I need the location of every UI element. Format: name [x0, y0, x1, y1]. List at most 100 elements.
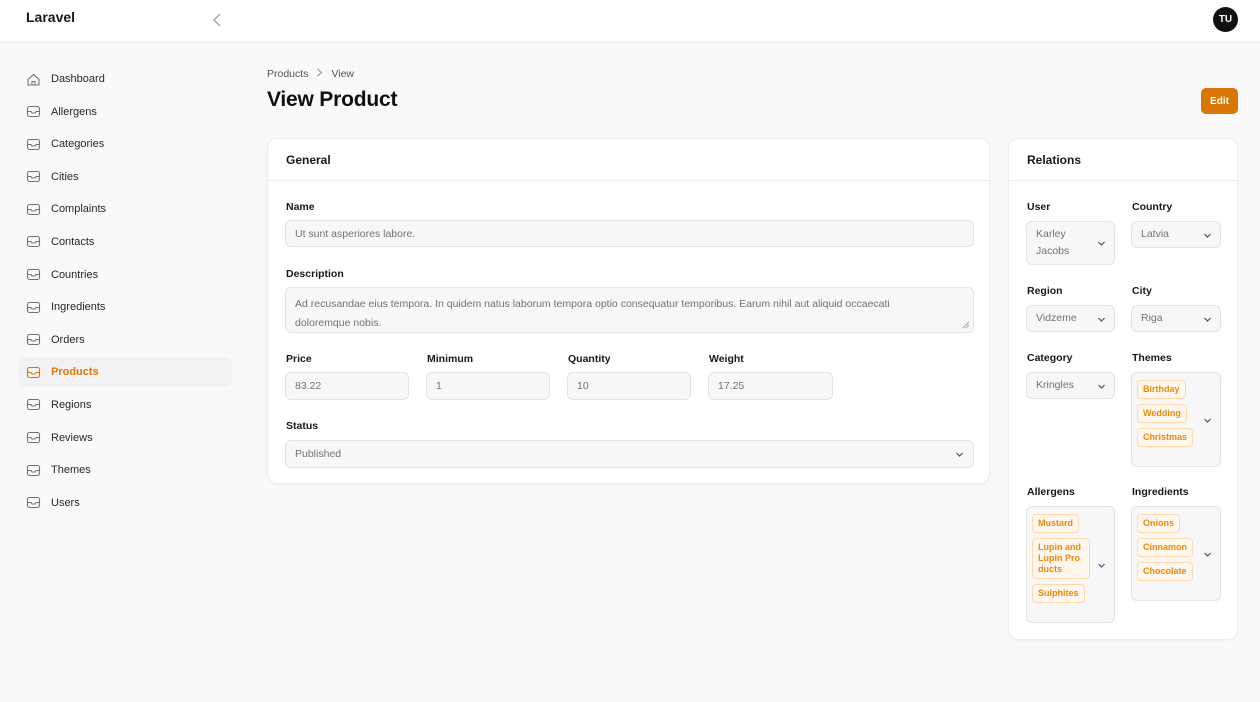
sidebar-item-dashboard[interactable]: Dashboard	[18, 64, 232, 94]
inbox-icon	[26, 497, 41, 509]
region-value: Vidzeme	[1036, 312, 1077, 324]
weight-label: Weight	[709, 353, 744, 365]
sidebar-item-label: Themes	[51, 464, 91, 477]
allergen-tag: Lupin and Lupin Products	[1032, 538, 1090, 579]
relations-heading: Relations	[1009, 139, 1237, 181]
sidebar-item-label: Allergens	[51, 105, 97, 118]
region-select[interactable]: Vidzeme	[1026, 305, 1115, 332]
inbox-icon	[26, 203, 41, 215]
inbox-icon	[26, 366, 41, 378]
ingredient-tag: Chocolate	[1137, 562, 1193, 581]
price-field[interactable]: 83.22	[285, 372, 409, 400]
sidebar-item-label: Cities	[51, 170, 79, 183]
sidebar-item-label: Regions	[51, 398, 92, 411]
minimum-field[interactable]: 1	[426, 372, 550, 400]
name-field[interactable]: Ut sunt asperiores labore.	[285, 220, 974, 247]
sidebar-item-contacts[interactable]: Contacts	[18, 227, 232, 257]
breadcrumb-products-link[interactable]: Products	[267, 68, 308, 80]
chevron-down-icon	[1204, 233, 1211, 238]
allergen-tag: Mustard	[1032, 514, 1080, 533]
sidebar-item-label: Contacts	[51, 235, 95, 248]
allergens-label: Allergens	[1027, 486, 1075, 498]
description-textarea[interactable]: Ad recusandae eius tempora. In quidem na…	[285, 287, 974, 333]
inbox-icon	[26, 106, 41, 118]
collapse-sidebar-button[interactable]	[206, 9, 228, 31]
sidebar-item-label: Reviews	[51, 431, 93, 444]
inbox-icon	[26, 431, 41, 444]
sidebar-item-label: Complaints	[51, 203, 107, 216]
chevron-left-icon	[213, 13, 221, 27]
sidebar-item-cities[interactable]: Cities	[18, 162, 232, 192]
chevron-down-icon	[956, 452, 963, 457]
general-section: General Name Ut sunt asperiores labore. …	[267, 138, 990, 484]
sidebar-item-categories[interactable]: Categories	[18, 129, 232, 159]
edit-button[interactable]: Edit	[1201, 88, 1238, 114]
description-value: Ad recusandae eius tempora. In quidem na…	[295, 298, 890, 329]
category-value: Kringles	[1036, 379, 1074, 391]
themes-multiselect[interactable]: Birthday Wedding Christmas	[1131, 372, 1221, 467]
allergens-multiselect[interactable]: Mustard Lupin and Lupin Products Sulphit…	[1026, 506, 1115, 623]
sidebar-item-reviews[interactable]: Reviews	[18, 423, 232, 453]
inbox-icon	[26, 269, 41, 281]
sidebar-item-complaints[interactable]: Complaints	[18, 194, 232, 224]
page-title: View Product	[267, 88, 398, 111]
sidebar-item-orders[interactable]: Orders	[18, 325, 232, 355]
inbox-icon	[26, 236, 41, 248]
sidebar-item-label: Orders	[51, 333, 85, 346]
status-select[interactable]: Published	[285, 440, 974, 468]
category-label: Category	[1027, 352, 1073, 364]
inbox-icon	[26, 464, 41, 476]
breadcrumb-current: View	[331, 68, 355, 80]
ingredients-label: Ingredients	[1132, 486, 1189, 498]
city-select[interactable]: Riga	[1131, 305, 1221, 332]
category-select[interactable]: Kringles	[1026, 372, 1115, 399]
sidebar-item-label: Users	[51, 496, 80, 509]
chevron-right-icon	[316, 68, 323, 80]
user-avatar[interactable]: TU	[1213, 7, 1238, 32]
weight-field[interactable]: 17.25	[708, 372, 833, 400]
sidebar-item-ingredients[interactable]: Ingredients	[18, 292, 232, 322]
ingredient-tag: Cinnamon	[1137, 538, 1193, 557]
status-label: Status	[286, 420, 319, 432]
chevron-down-icon	[1098, 317, 1105, 322]
minimum-label: Minimum	[427, 353, 474, 365]
name-value: Ut sunt asperiores labore.	[295, 227, 416, 240]
country-select[interactable]: Latvia	[1131, 221, 1221, 248]
general-heading: General	[268, 139, 989, 181]
sidebar-item-label: Products	[51, 366, 99, 379]
ingredients-tags: Onions Cinnamon Chocolate	[1137, 514, 1195, 586]
brand-logo[interactable]: Laravel	[26, 9, 75, 25]
inbox-icon	[26, 138, 41, 150]
sidebar-item-allergens[interactable]: Allergens	[18, 97, 232, 127]
theme-tag: Wedding	[1137, 404, 1187, 423]
inbox-icon	[26, 399, 41, 411]
ingredients-multiselect[interactable]: Onions Cinnamon Chocolate	[1131, 506, 1221, 601]
description-label: Description	[286, 268, 344, 280]
name-label: Name	[286, 201, 315, 213]
sidebar-item-products[interactable]: Products	[18, 357, 232, 388]
sidebar-nav: Dashboard Allergens Categories Cities Compla…	[18, 64, 232, 520]
inbox-icon	[26, 334, 41, 346]
sidebar-item-countries[interactable]: Countries	[18, 260, 232, 290]
sidebar-item-label: Ingredients	[51, 301, 106, 314]
top-bar: Laravel TU	[0, 0, 1260, 43]
minimum-value: 1	[436, 380, 442, 392]
chevron-down-icon	[1204, 317, 1211, 322]
quantity-field[interactable]: 10	[567, 372, 691, 400]
chevron-down-icon	[1098, 563, 1105, 568]
sidebar-item-regions[interactable]: Regions	[18, 390, 232, 420]
city-value: Riga	[1141, 312, 1163, 324]
sidebar-item-label: Countries	[51, 268, 99, 281]
user-value-first: Karley	[1036, 228, 1066, 240]
relations-section: Relations User Karley Jacobs Country Lat…	[1008, 138, 1238, 640]
chevron-down-icon	[1098, 241, 1105, 246]
price-value: 83.22	[295, 380, 322, 392]
status-value: Published	[295, 448, 342, 460]
inbox-icon	[26, 171, 41, 183]
sidebar-item-users[interactable]: Users	[18, 488, 232, 518]
resize-handle-icon[interactable]	[962, 321, 970, 329]
user-select[interactable]: Karley Jacobs	[1026, 221, 1115, 265]
themes-tags: Birthday Wedding Christmas	[1137, 380, 1195, 452]
sidebar-item-themes[interactable]: Themes	[18, 455, 232, 485]
ingredient-tag: Onions	[1137, 514, 1180, 533]
